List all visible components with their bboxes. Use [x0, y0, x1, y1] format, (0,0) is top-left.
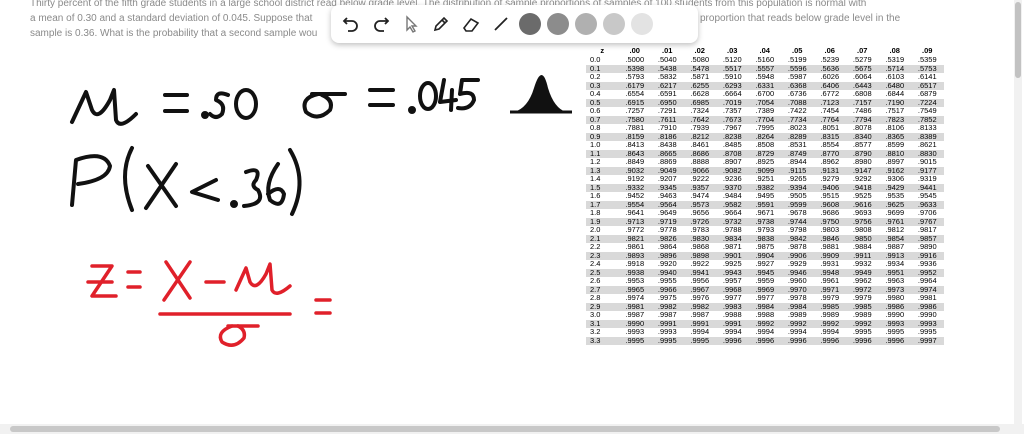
z-table-cell: .9997 — [917, 335, 937, 345]
probability-expression — [70, 146, 302, 216]
z-table-cell: .9996 — [885, 335, 905, 345]
z-table-cell: .9995 — [625, 335, 645, 345]
z-table-cell: .9995 — [690, 335, 710, 345]
z-table-cell: .9996 — [787, 335, 807, 345]
horizontal-scrollbar[interactable] — [0, 424, 1024, 434]
z-formula — [86, 260, 332, 347]
normal-curve-sketch — [510, 75, 572, 114]
vertical-scrollbar-thumb[interactable] — [1015, 2, 1021, 78]
z-table-row: 3.3 .9995 .9995 .9995 .9996 .9996 .9996 .9996 .9… — [586, 335, 944, 345]
z-table-cell: .9996 — [852, 335, 872, 345]
mu-equation — [70, 88, 258, 126]
horizontal-scrollbar-thumb[interactable] — [10, 426, 1000, 432]
sigma-equation — [302, 78, 480, 119]
vertical-scrollbar[interactable] — [1014, 0, 1022, 425]
z-table-cell: 3.3 — [590, 335, 601, 345]
z-table-cell: .9996 — [820, 335, 840, 345]
z-table: z .00.01.02.03.04.05.06.07.08.09 0.0.5000… — [586, 46, 944, 345]
z-table-cell: .9995 — [657, 335, 677, 345]
z-table-cell: .9996 — [722, 335, 742, 345]
z-table-cell: .9996 — [755, 335, 775, 345]
